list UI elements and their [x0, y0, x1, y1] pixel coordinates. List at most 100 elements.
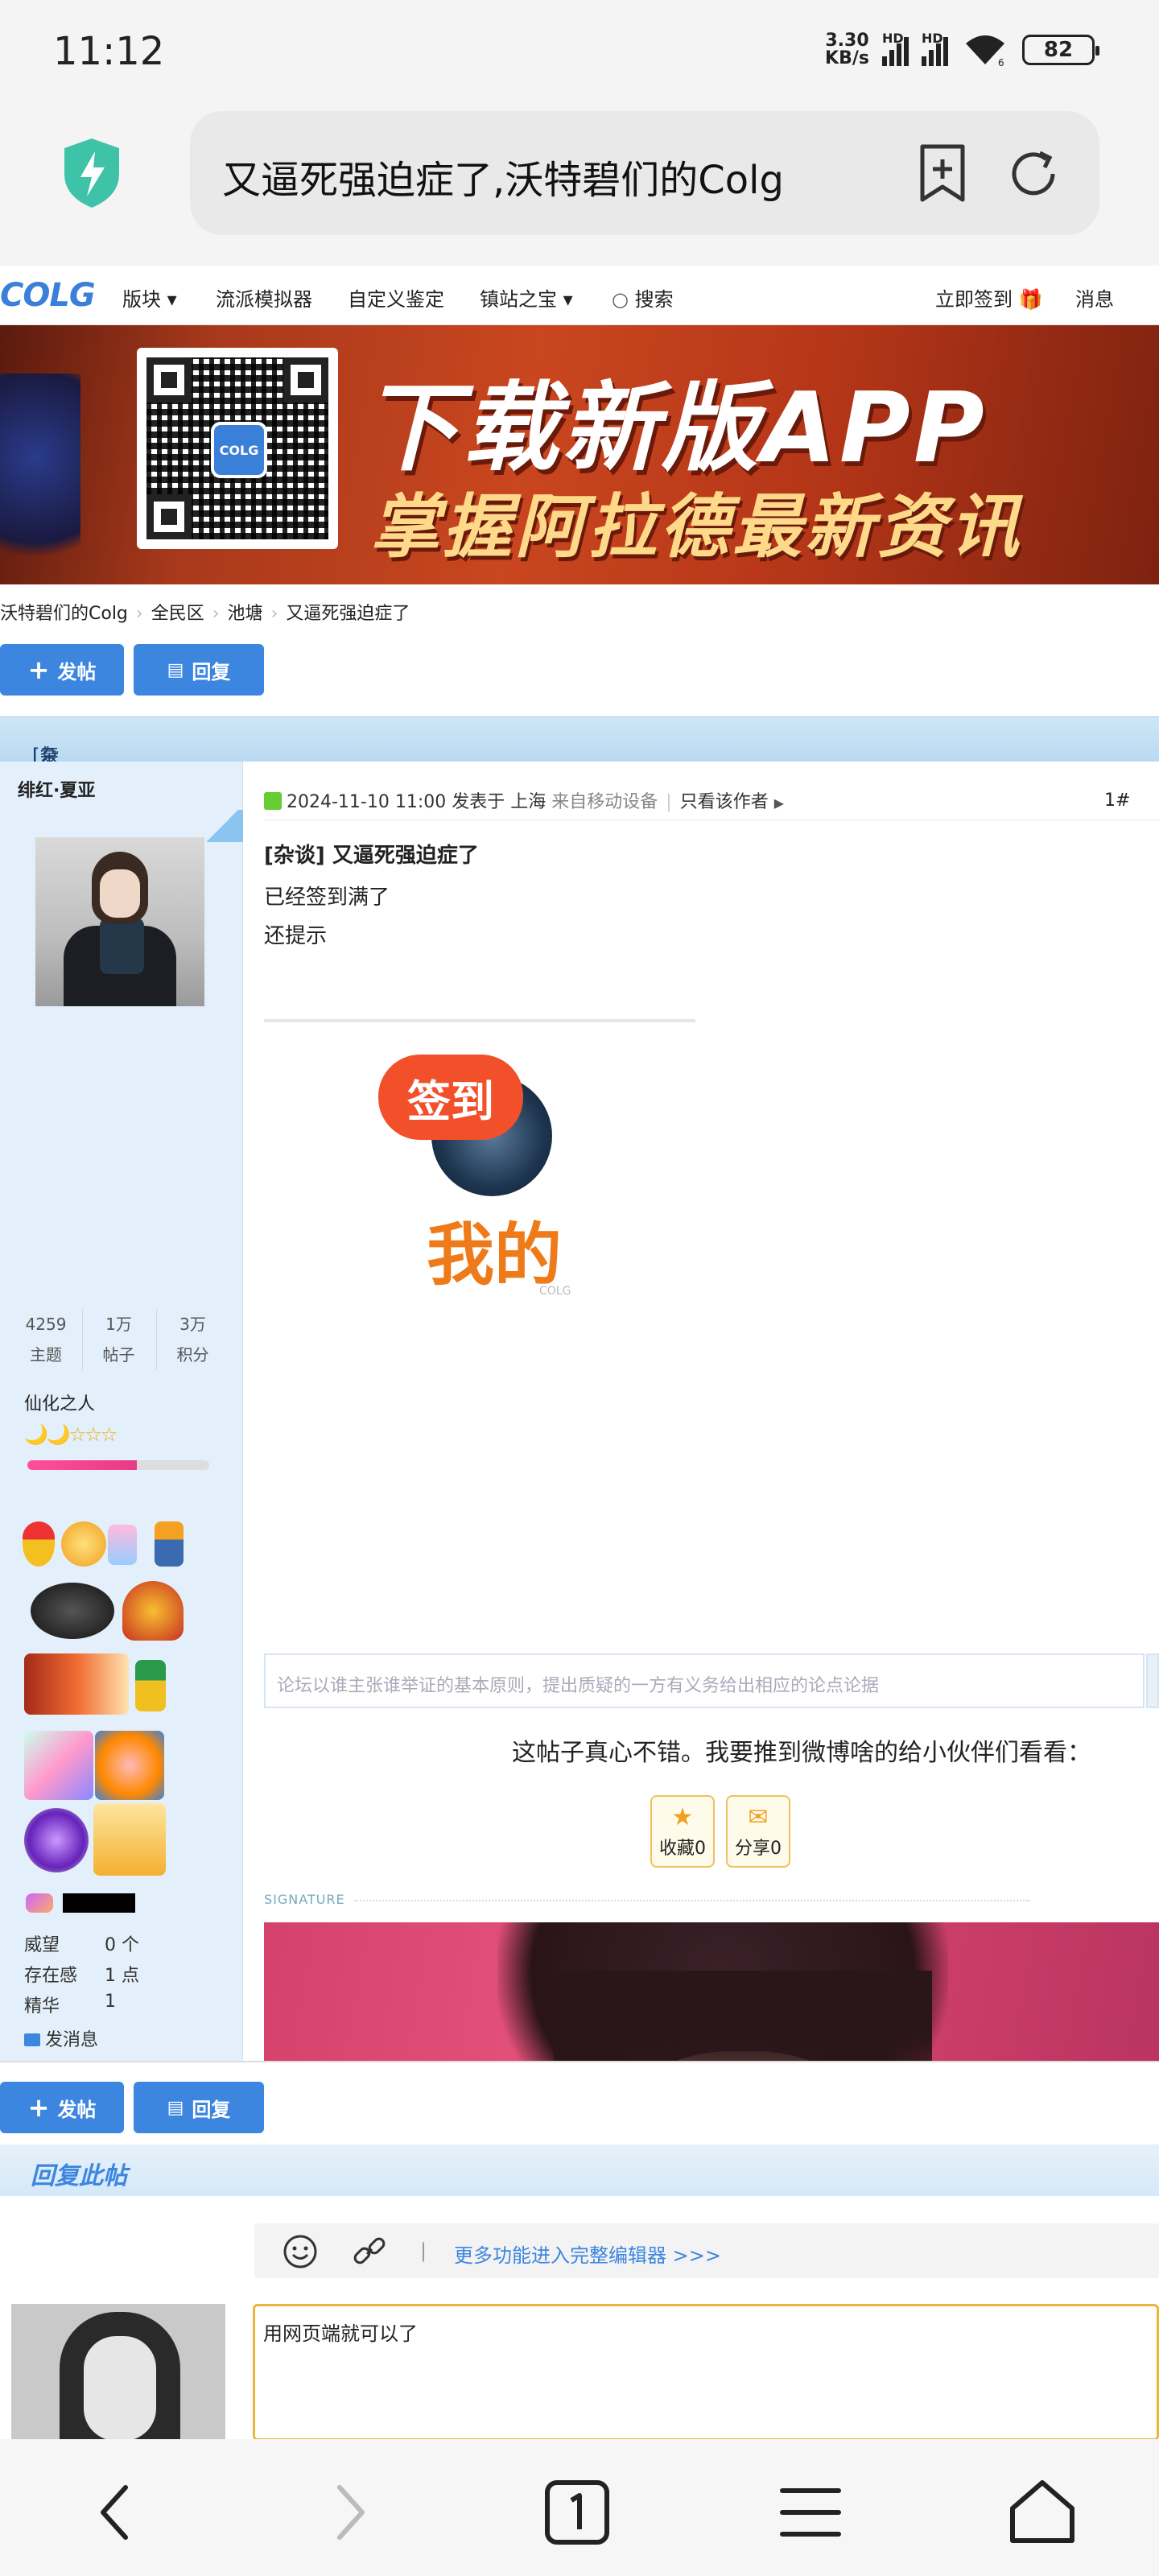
nav-checkin[interactable]: 立即签到 🎁 — [935, 283, 1043, 312]
signal-icon: HD — [922, 31, 948, 66]
link-icon[interactable] — [351, 2233, 388, 2270]
breadcrumb-section[interactable]: 全民区 — [151, 604, 204, 624]
medal-icon — [31, 1583, 114, 1639]
image-divider — [264, 1019, 695, 1022]
signal-icon: HD — [882, 31, 909, 66]
level-stars-icon: 🌙🌙☆☆☆ — [24, 1423, 118, 1446]
medal-icon — [26, 1893, 53, 1913]
address-bar[interactable]: 又逼死强迫症了,沃特碧们的Colg — [190, 111, 1099, 235]
avatar[interactable] — [35, 837, 204, 1006]
redacted-medal — [63, 1893, 135, 1913]
breadcrumb: 沃特碧们的Colg › 全民区 › 池塘 › 又逼死强迫症了 — [0, 604, 410, 624]
gift-icon: 🎁 — [1018, 288, 1043, 311]
user-title: 仙化之人 — [24, 1394, 96, 1414]
qr-code: COLG — [137, 348, 338, 549]
favorite-button[interactable]: ★ 收藏0 — [650, 1795, 715, 1868]
menu-icon[interactable] — [774, 2476, 847, 2549]
new-post-button[interactable]: + 发帖 — [0, 2082, 124, 2133]
signature-divider — [354, 1900, 1030, 1901]
medal-icon — [24, 1653, 129, 1715]
thread-title-bar: [杂谈] 又逼死强迫症了 [复制链接] — [0, 716, 1159, 993]
shield-icon[interactable] — [60, 137, 124, 209]
reply-button[interactable]: ▤ 回复 — [134, 2082, 264, 2133]
author-name[interactable]: 绯红·夏亚 — [18, 776, 95, 802]
reply-textarea[interactable]: 用网页端就可以了 — [253, 2304, 1159, 2439]
comment-icon: ▤ — [167, 2097, 184, 2118]
only-author-link[interactable]: 只看该作者 — [680, 792, 769, 812]
medal-icon — [23, 1521, 55, 1567]
nav-messages[interactable]: 消息 — [1075, 283, 1114, 312]
home-icon[interactable] — [1006, 2476, 1079, 2549]
post-meta: 2024-11-10 11:00 发表于 上海 来自移动设备 | 只看该作者 ▶ — [264, 787, 784, 813]
medal-icon — [93, 1803, 166, 1876]
current-user-avatar — [11, 2304, 225, 2439]
reply-button[interactable]: ▤ 回复 — [134, 644, 264, 696]
banner-subline: 掌握阿拉德最新资讯 — [370, 487, 1022, 568]
emoji-icon[interactable] — [282, 2233, 319, 2270]
colg-logo-icon: COLG — [211, 422, 267, 478]
post-text-line: 已经签到满了 — [264, 886, 390, 910]
medal-icon — [24, 1808, 89, 1872]
forward-icon[interactable] — [312, 2476, 385, 2549]
browser-toolbar: 又逼死强迫症了,沃特碧们的Colg — [0, 105, 1159, 266]
floor-number[interactable]: 1# — [1104, 791, 1130, 811]
star-icon: ★ — [671, 1803, 694, 1831]
post-device: 来自移动设备 — [551, 792, 658, 812]
app-download-banner[interactable]: COLG 下载新版APP 掌握阿拉德最新资讯 — [0, 325, 1159, 584]
full-editor-link[interactable]: 更多功能进入完整编辑器 >>> — [454, 2240, 721, 2268]
attr-presence: 存在感 1 点 — [24, 1966, 139, 1986]
banner-headline: 下载新版APP — [362, 373, 988, 485]
stat-points[interactable]: 3万 积分 — [156, 1309, 229, 1370]
attr-digest: 精华 1 — [24, 1992, 116, 2017]
post-image[interactable]: 签到 我的 COLG — [354, 1035, 692, 1309]
back-icon[interactable] — [80, 2476, 153, 2549]
nav-sections[interactable]: 版块 ▾ — [122, 283, 177, 312]
caret-right-icon: ▶ — [773, 795, 785, 811]
nav-treasures[interactable]: 镇站之宝 ▾ — [480, 283, 573, 312]
tabs-icon[interactable] — [541, 2476, 613, 2549]
plus-icon: + — [27, 2092, 50, 2123]
breadcrumb-board[interactable]: 池塘 — [228, 604, 263, 624]
reload-icon[interactable] — [1003, 143, 1064, 204]
breadcrumb-thread[interactable]: 又逼死强迫症了 — [286, 604, 410, 624]
medal-icon — [61, 1521, 106, 1567]
nav-build-sim[interactable]: 流派模拟器 — [216, 283, 312, 312]
browser-bottom-nav — [0, 2439, 1159, 2576]
post-text-line: 还提示 — [264, 924, 328, 948]
author-sidebar: 绯红·夏亚 4259 主题 1万 帖子 3万 积分 仙化之人 🌙🌙☆☆☆ 威望 0 个 … — [0, 762, 243, 2061]
level-progress — [27, 1460, 209, 1470]
signature-label: SIGNATURE — [264, 1892, 345, 1907]
mail-icon — [24, 2033, 40, 2046]
bookmark-add-icon[interactable] — [914, 143, 971, 204]
stat-posts[interactable]: 1万 帖子 — [82, 1309, 155, 1370]
toolbar-separator: | — [420, 2240, 427, 2262]
notice-edge — [1146, 1653, 1159, 1708]
nav-search[interactable]: ○ 搜索 — [612, 283, 674, 312]
post-title: [杂谈] 又逼死强迫症了 — [264, 844, 479, 868]
online-icon — [264, 792, 282, 810]
wifi-icon: 6 — [966, 35, 1004, 68]
svg-text:6: 6 — [998, 57, 1004, 68]
checkin-badge: 签到 — [378, 1055, 523, 1140]
medal-icon — [24, 1731, 93, 1800]
send-message-link[interactable]: 发消息 — [24, 2025, 98, 2051]
medal-icon — [122, 1581, 184, 1641]
new-post-button[interactable]: + 发帖 — [0, 644, 124, 696]
image-caption: 我的 — [427, 1216, 563, 1294]
share-prompt: 这帖子真心不错。我要推到微博啥的给小伙伴们看看： — [512, 1739, 1091, 1767]
post-date: 2024-11-10 11:00 — [287, 792, 447, 812]
site-nav: COLG 版块 ▾ 流派模拟器 自定义鉴定 镇站之宝 ▾ ○ 搜索 立即签到 🎁… — [0, 266, 1159, 325]
url-text[interactable]: 又逼死强迫症了,沃特碧们的Colg — [222, 148, 850, 204]
share-button[interactable]: ✉ 分享0 — [726, 1795, 790, 1868]
breadcrumb-home[interactable]: 沃特碧们的Colg — [0, 604, 128, 624]
stat-threads[interactable]: 4259 主题 — [10, 1309, 82, 1370]
editor-toolbar: | 更多功能进入完整编辑器 >>> — [254, 2223, 1159, 2278]
net-speed: 3.30 KB/s — [825, 31, 869, 68]
nav-custom-appraise[interactable]: 自定义鉴定 — [348, 283, 444, 312]
medal-icon — [155, 1521, 184, 1567]
divider — [264, 819, 1159, 820]
plus-icon: + — [27, 654, 50, 685]
site-logo[interactable]: COLG — [0, 277, 96, 314]
medal-icon — [135, 1660, 166, 1711]
medal-icon — [108, 1525, 137, 1565]
